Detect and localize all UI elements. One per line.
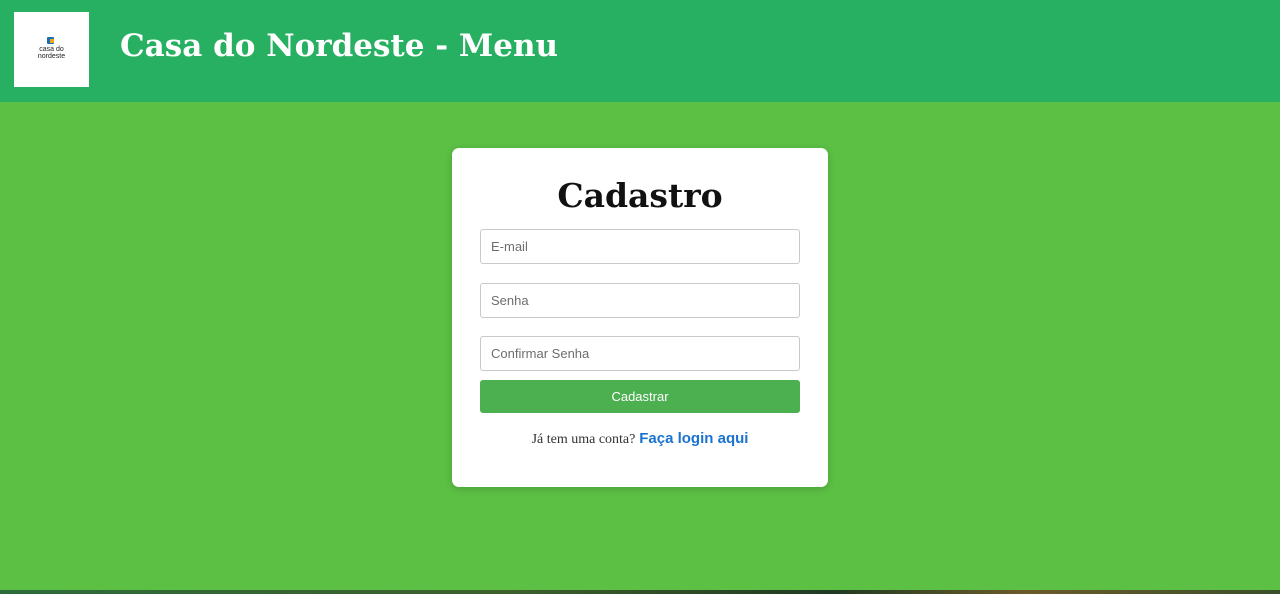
login-link[interactable]: Faça login aqui	[639, 430, 748, 447]
site-logo[interactable]: casa do nordeste	[14, 12, 89, 87]
logo-text-line1: casa do	[39, 46, 64, 53]
page-title: Casa do Nordeste - Menu	[120, 28, 559, 64]
top-header: casa do nordeste Casa do Nordeste - Menu	[0, 0, 1280, 102]
logo-text-line2: nordeste	[37, 53, 66, 60]
confirm-password-field[interactable]	[480, 336, 800, 371]
email-field[interactable]	[480, 229, 800, 264]
logo-icon	[47, 37, 54, 44]
login-prompt-line: Já tem uma conta? Faça login aqui	[0, 430, 1280, 448]
signup-title: Cadastro	[557, 176, 723, 215]
logo-text: casa do nordeste	[14, 46, 89, 60]
login-prompt-text: Já tem uma conta?	[531, 432, 636, 447]
bottom-image-strip	[0, 590, 1280, 594]
signup-button[interactable]: Cadastrar	[480, 380, 800, 413]
password-field[interactable]	[480, 283, 800, 318]
